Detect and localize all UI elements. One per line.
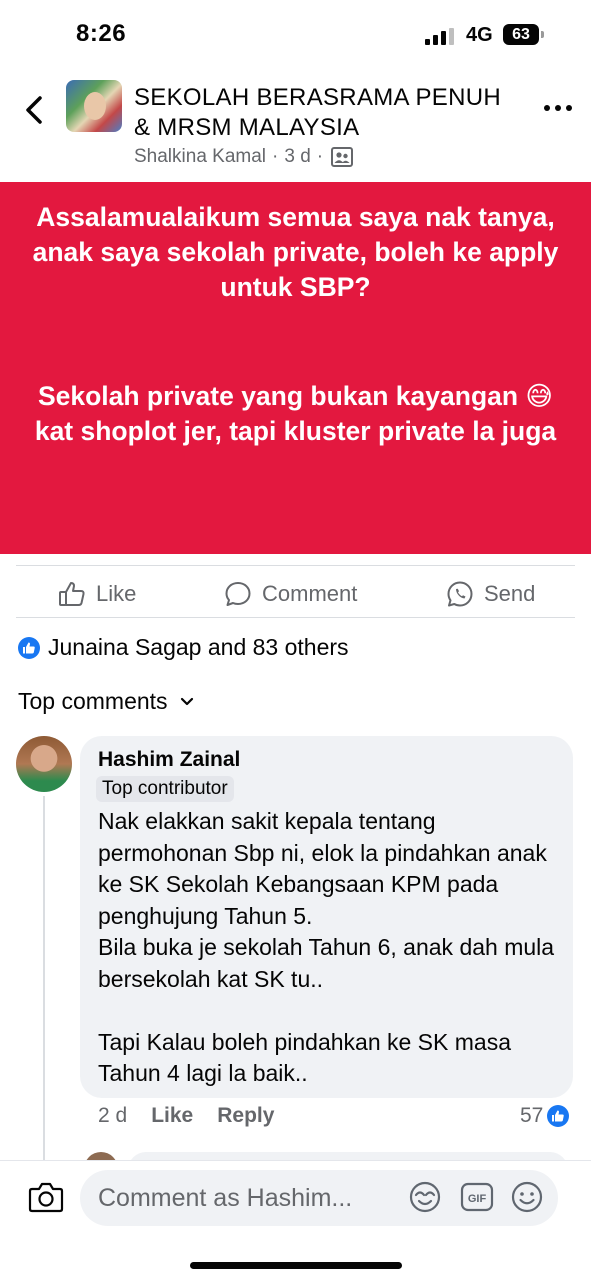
top-contributor-badge: Top contributor [96, 776, 234, 802]
comment-time[interactable]: 2 d [98, 1104, 127, 1128]
like-reaction-icon [547, 1105, 570, 1127]
reactions-summary[interactable]: Junaina Sagap and 83 others [18, 634, 349, 661]
post-meta: Shalkina Kamal · 3 d · [134, 146, 354, 168]
network-type: 4G [466, 24, 493, 46]
post-text-paragraph-1: Assalamualaikum semua saya nak tanya, an… [32, 202, 559, 302]
group-name[interactable]: SEKOLAH BERASRAMA PENUH & MRSM MALAYSIA [134, 83, 514, 143]
like-label: Like [96, 581, 137, 606]
divider [16, 565, 575, 566]
more-options-icon[interactable] [541, 96, 575, 120]
meta-separator: · [316, 146, 324, 167]
chevron-down-icon [180, 697, 193, 705]
comment-like-button[interactable]: Like [151, 1104, 193, 1128]
whatsapp-icon [447, 581, 473, 607]
post-time[interactable]: 3 d [284, 146, 310, 168]
members-group-icon [331, 147, 354, 167]
home-indicator [190, 1262, 402, 1269]
emoji-icon[interactable] [510, 1180, 544, 1214]
post-author[interactable]: Shalkina Kamal [134, 146, 266, 168]
like-button[interactable]: Like [58, 572, 136, 616]
comment-bubble-icon [225, 582, 251, 606]
status-time: 8:26 [76, 20, 127, 47]
group-thumbnail[interactable] [66, 80, 122, 132]
post-text-paragraph-2: Sekolah private yang bukan kayangan 😅 ka… [34, 381, 557, 446]
signal-icon [425, 28, 454, 45]
top-comments-label: Top comments [18, 688, 168, 714]
avatar[interactable] [16, 736, 72, 792]
back-chevron-icon[interactable] [18, 90, 54, 130]
comment-label: Comment [262, 581, 358, 606]
post-action-bar: Like Comment Send [0, 572, 591, 616]
comment-meta: 2 d Like Reply [98, 1104, 274, 1128]
gif-icon[interactable]: GIF [460, 1180, 494, 1214]
reactions-text: Junaina Sagap and 83 others [48, 634, 349, 660]
comment-text: Nak elakkan sakit kepala tentang permoho… [98, 808, 555, 1086]
comment-button[interactable]: Comment [224, 572, 357, 616]
avatar-sticker-icon[interactable] [408, 1180, 442, 1214]
status-bar: 8:26 4G 63 [0, 0, 591, 72]
meta-separator: · [272, 146, 279, 167]
send-button[interactable]: Send [446, 572, 535, 616]
battery-icon: 63 [503, 24, 539, 45]
send-label: Send [484, 581, 536, 606]
thumbs-up-icon [59, 582, 85, 606]
like-reaction-icon [18, 636, 40, 659]
thread-line [43, 796, 45, 1160]
battery-tip [541, 31, 544, 38]
divider [16, 617, 575, 618]
comment-reply-button[interactable]: Reply [217, 1104, 274, 1128]
like-count: 57 [520, 1104, 544, 1127]
comment-author[interactable]: Hashim Zainal [98, 748, 240, 772]
camera-icon[interactable] [28, 1180, 64, 1214]
comment-like-count[interactable]: 57 [520, 1104, 570, 1128]
svg-text:GIF: GIF [468, 1193, 487, 1205]
top-comments-dropdown[interactable]: Top comments [18, 688, 194, 715]
comment-input[interactable] [98, 1170, 398, 1226]
